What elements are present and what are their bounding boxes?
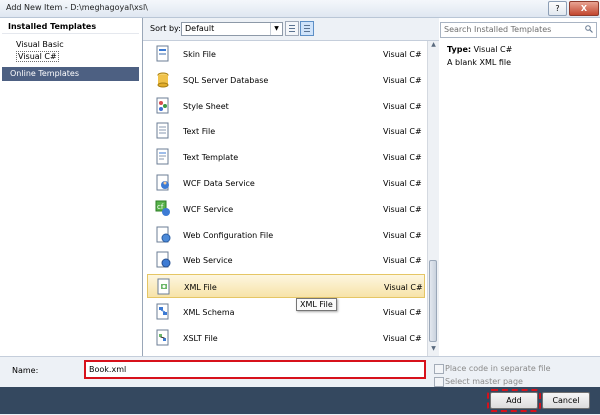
template-description: A blank XML file bbox=[447, 58, 512, 67]
tooltip: XML File bbox=[296, 298, 337, 311]
detail-view-icon[interactable] bbox=[300, 21, 314, 36]
template-language: Visual C# bbox=[383, 101, 422, 111]
title-bar: Add New Item - D:\meghagoyal\xsl\ ? X bbox=[0, 0, 600, 18]
type-value: Visual C# bbox=[473, 45, 513, 54]
database-icon bbox=[157, 72, 169, 88]
template-type-row: Type: Visual C# bbox=[447, 45, 512, 54]
skin-file-icon bbox=[156, 45, 169, 62]
template-row[interactable]: Style Sheet Visual C# bbox=[147, 94, 425, 118]
template-name: Web Configuration File bbox=[183, 230, 274, 240]
template-row[interactable]: Web Configuration File Visual C# bbox=[147, 223, 425, 247]
template-language: Visual C# bbox=[383, 333, 422, 343]
details-pane: Type: Visual C# A blank XML file bbox=[440, 41, 600, 356]
template-name: XML Schema bbox=[183, 308, 235, 317]
template-row[interactable]: XML File Visual C# bbox=[147, 274, 425, 299]
template-row[interactable]: Web Service Visual C# bbox=[147, 248, 425, 272]
template-row[interactable]: XML Schema Visual C# bbox=[147, 300, 425, 324]
template-language: Visual C# bbox=[383, 256, 422, 266]
category-visual-csharp[interactable]: Visual C# bbox=[16, 51, 59, 62]
text-template-icon bbox=[156, 148, 169, 165]
template-name: XSLT File bbox=[183, 333, 218, 343]
sort-toolbar: Sort by: Default ▼ bbox=[143, 18, 439, 41]
add-button[interactable]: Add bbox=[487, 389, 541, 412]
template-name: WCF Service bbox=[183, 204, 234, 214]
name-input[interactable] bbox=[89, 364, 409, 374]
template-row[interactable]: SQL Server Database Visual C# bbox=[147, 68, 425, 92]
select-master-checkbox[interactable] bbox=[434, 377, 444, 387]
xslt-file-icon bbox=[156, 329, 169, 346]
template-row[interactable]: XSLT File Visual C# bbox=[147, 326, 425, 350]
template-language: Visual C# bbox=[383, 204, 422, 214]
window-title: Add New Item - D:\meghagoyal\xsl\ bbox=[6, 3, 148, 12]
xml-file-icon bbox=[157, 278, 170, 295]
template-language: Visual C# bbox=[383, 230, 422, 240]
sort-by-value: Default bbox=[185, 24, 215, 33]
template-language: Visual C# bbox=[383, 153, 422, 163]
wcf-data-service-icon bbox=[156, 174, 169, 191]
sort-by-label: Sort by: bbox=[150, 24, 181, 33]
search-icon[interactable] bbox=[585, 25, 593, 33]
template-language: Visual C# bbox=[383, 50, 422, 59]
sort-by-dropdown[interactable]: Default ▼ bbox=[181, 22, 283, 36]
template-row[interactable]: Skin File Visual C# bbox=[147, 42, 425, 66]
template-list: Skin File Visual C# SQL Server Database Vis… bbox=[143, 41, 427, 356]
select-master-label: Select master page bbox=[445, 377, 523, 386]
template-language: Visual C# bbox=[383, 75, 422, 85]
template-language: Visual C# bbox=[383, 179, 422, 188]
template-language: Visual C# bbox=[384, 283, 423, 293]
scrollbar-thumb[interactable] bbox=[429, 260, 437, 342]
template-name: Skin File bbox=[183, 50, 216, 59]
template-language: Visual C# bbox=[383, 308, 422, 317]
installed-templates-header[interactable]: Installed Templates bbox=[2, 20, 139, 34]
online-templates-item[interactable]: Online Templates bbox=[2, 67, 139, 81]
template-row[interactable]: WCF Data Service Visual C# bbox=[147, 171, 425, 195]
place-code-label: Place code in separate file bbox=[445, 364, 551, 373]
template-name: Text File bbox=[183, 127, 216, 137]
template-row[interactable]: Text File Visual C# bbox=[147, 119, 425, 143]
template-language: Visual C# bbox=[383, 127, 422, 137]
template-name: Style Sheet bbox=[183, 101, 229, 111]
list-view-icon[interactable] bbox=[285, 21, 299, 36]
template-categories-pane: Installed Templates Visual Basic Visual … bbox=[0, 18, 143, 356]
scroll-down-icon[interactable]: ▼ bbox=[429, 345, 438, 355]
chevron-down-icon[interactable]: ▼ bbox=[270, 23, 282, 35]
template-list-scrollbar[interactable]: ▲ ▼ bbox=[427, 41, 439, 356]
close-button[interactable]: X bbox=[569, 1, 599, 16]
template-name: SQL Server Database bbox=[183, 75, 269, 85]
template-name: WCF Data Service bbox=[183, 179, 255, 188]
template-name: Web Service bbox=[183, 256, 233, 266]
category-visual-basic[interactable]: Visual Basic bbox=[16, 40, 64, 49]
search-input[interactable]: Search Installed Templates bbox=[440, 22, 597, 38]
web-service-icon bbox=[156, 251, 171, 268]
template-name: XML File bbox=[184, 283, 217, 293]
cancel-button[interactable]: Cancel bbox=[542, 392, 590, 409]
place-code-checkbox[interactable] bbox=[434, 364, 444, 374]
web-config-icon bbox=[156, 226, 171, 243]
template-row[interactable]: cf WCF Service Visual C# bbox=[147, 197, 425, 221]
style-sheet-icon bbox=[156, 97, 169, 114]
text-file-icon bbox=[156, 122, 169, 139]
wcf-service-icon: cf bbox=[155, 200, 170, 216]
template-row[interactable]: Text Template Visual C# bbox=[147, 145, 425, 169]
scroll-up-icon[interactable]: ▲ bbox=[429, 41, 438, 51]
xml-schema-icon bbox=[156, 303, 169, 320]
help-button[interactable]: ? bbox=[548, 1, 567, 16]
type-label: Type: bbox=[447, 45, 472, 54]
template-name: Text Template bbox=[183, 153, 239, 163]
search-placeholder: Search Installed Templates bbox=[444, 25, 552, 34]
name-field-highlight bbox=[84, 360, 426, 379]
name-label: Name: bbox=[12, 366, 39, 375]
